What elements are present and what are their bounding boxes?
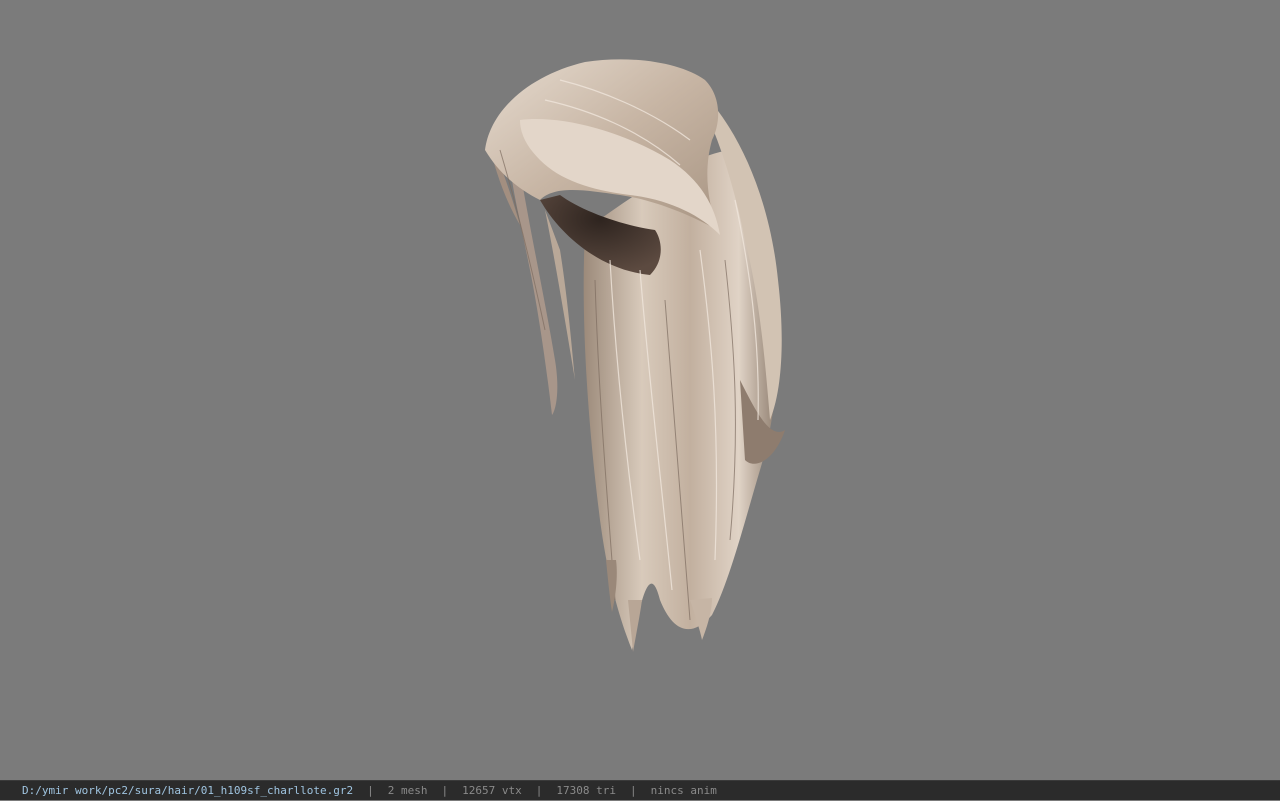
mesh-count: 2 mesh [387,783,428,797]
triangle-count: 17308 tri [556,783,616,797]
status-bar: D:/ymir work/pc2/sura/hair/01_h109sf_cha… [0,780,1280,800]
separator: | [441,783,449,797]
vertex-count: 12657 vtx [462,783,522,797]
separator: | [535,783,543,797]
file-path: D:/ymir work/pc2/sura/hair/01_h109sf_cha… [22,783,354,797]
separator: | [367,783,374,797]
hair-model-icon[interactable] [0,0,1280,780]
anim-status: nincs anim [650,783,717,797]
separator: | [629,783,637,797]
3d-viewport[interactable] [0,0,1280,780]
